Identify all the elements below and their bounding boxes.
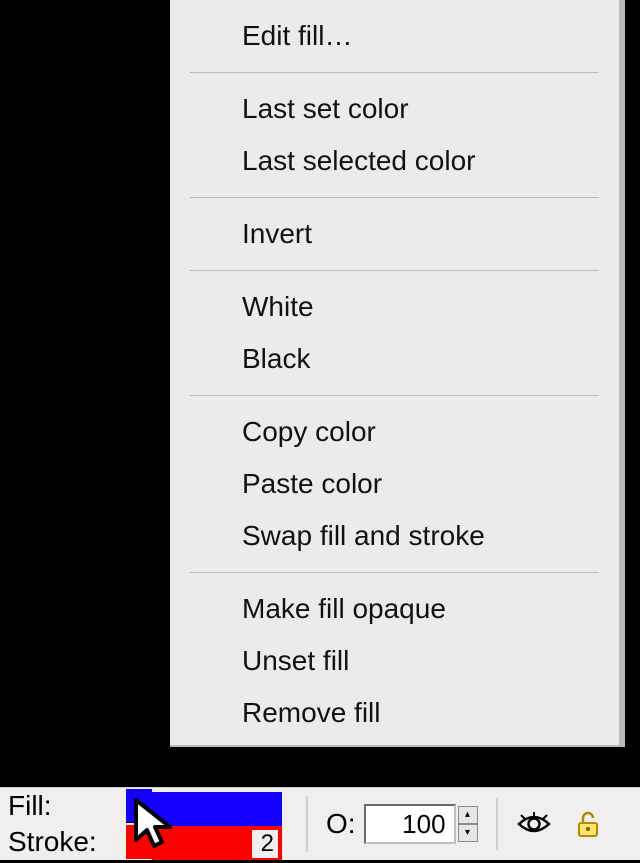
opacity-group: O: ▴ ▾ — [306, 788, 478, 860]
menu-item-edit-fill[interactable]: Edit fill… — [170, 10, 619, 62]
opacity-input[interactable] — [364, 804, 456, 844]
menu-item-black[interactable]: Black — [170, 333, 619, 385]
menu-item-copy-color[interactable]: Copy color — [170, 406, 619, 458]
opacity-spin-up[interactable]: ▴ — [458, 806, 478, 824]
fill-stroke-indicator: Fill: Stroke: — [0, 788, 152, 860]
menu-item-white[interactable]: White — [170, 281, 619, 333]
fill-swatch[interactable] — [126, 789, 152, 823]
stroke-color-bar[interactable]: 2 — [152, 826, 282, 860]
fill-color-bar[interactable] — [152, 792, 282, 826]
menu-item-invert[interactable]: Invert — [170, 208, 619, 260]
menu-item-make-fill-opaque[interactable]: Make fill opaque — [170, 583, 619, 635]
fill-context-menu: Edit fill… Last set color Last selected … — [170, 0, 625, 747]
menu-separator — [190, 72, 599, 73]
lock-open-icon — [573, 809, 603, 839]
menu-separator — [190, 270, 599, 271]
opacity-label: O: — [326, 808, 356, 840]
stroke-label: Stroke: — [6, 826, 126, 858]
visibility-toggle-button[interactable] — [516, 806, 552, 842]
menu-item-unset-fill[interactable]: Unset fill — [170, 635, 619, 687]
menu-item-paste-color[interactable]: Paste color — [170, 458, 619, 510]
separator — [306, 796, 308, 852]
separator — [496, 798, 498, 850]
menu-separator — [190, 572, 599, 573]
stroke-swatch[interactable] — [126, 825, 152, 859]
eye-icon — [517, 812, 551, 836]
stroke-width-value[interactable]: 2 — [252, 830, 278, 858]
fill-stroke-bars: 2 — [152, 788, 282, 860]
status-bar: Fill: Stroke: 2 O: ▴ ▾ — [0, 787, 640, 863]
menu-item-last-set-color[interactable]: Last set color — [170, 83, 619, 135]
opacity-spinner: ▴ ▾ — [458, 806, 478, 842]
menu-separator — [190, 395, 599, 396]
menu-item-last-selected-color[interactable]: Last selected color — [170, 135, 619, 187]
menu-separator — [190, 197, 599, 198]
lock-toggle-button[interactable] — [570, 806, 606, 842]
fill-label: Fill: — [6, 790, 126, 822]
status-right-icons — [496, 788, 606, 860]
opacity-spin-down[interactable]: ▾ — [458, 824, 478, 842]
menu-item-swap-fill-stroke[interactable]: Swap fill and stroke — [170, 510, 619, 562]
menu-item-remove-fill[interactable]: Remove fill — [170, 687, 619, 739]
